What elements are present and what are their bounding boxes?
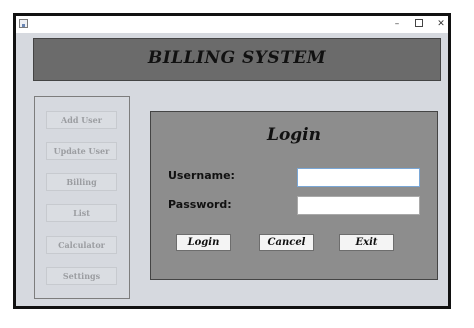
maximize-icon: [415, 19, 423, 27]
password-label: Password:: [168, 198, 232, 211]
billing-button[interactable]: Billing: [46, 173, 117, 191]
header-banner: BILLING SYSTEM: [33, 38, 441, 81]
minimize-button[interactable]: –: [385, 16, 409, 33]
close-button[interactable]: ✕: [429, 16, 453, 33]
java-app-icon: [19, 19, 28, 28]
calculator-button[interactable]: Calculator: [46, 236, 117, 254]
add-user-button[interactable]: Add User: [46, 111, 117, 129]
password-input[interactable]: [297, 196, 420, 215]
login-panel: Login Username: Password: Login Cancel E…: [150, 111, 438, 280]
username-input[interactable]: [297, 168, 420, 187]
title-bar: – ✕: [16, 16, 448, 33]
sidebar-menu: Add User Update User Billing List Calcul…: [34, 96, 130, 299]
cancel-button[interactable]: Cancel: [259, 234, 314, 251]
app-window: – ✕ BILLING SYSTEM Add User Update User …: [13, 13, 451, 309]
exit-button[interactable]: Exit: [339, 234, 394, 251]
login-button[interactable]: Login: [176, 234, 231, 251]
username-label: Username:: [168, 169, 235, 182]
maximize-button[interactable]: [407, 16, 431, 33]
list-button[interactable]: List: [46, 204, 117, 222]
app-title: BILLING SYSTEM: [147, 48, 327, 68]
update-user-button[interactable]: Update User: [46, 142, 117, 160]
login-heading: Login: [267, 125, 321, 145]
settings-button[interactable]: Settings: [46, 267, 117, 285]
